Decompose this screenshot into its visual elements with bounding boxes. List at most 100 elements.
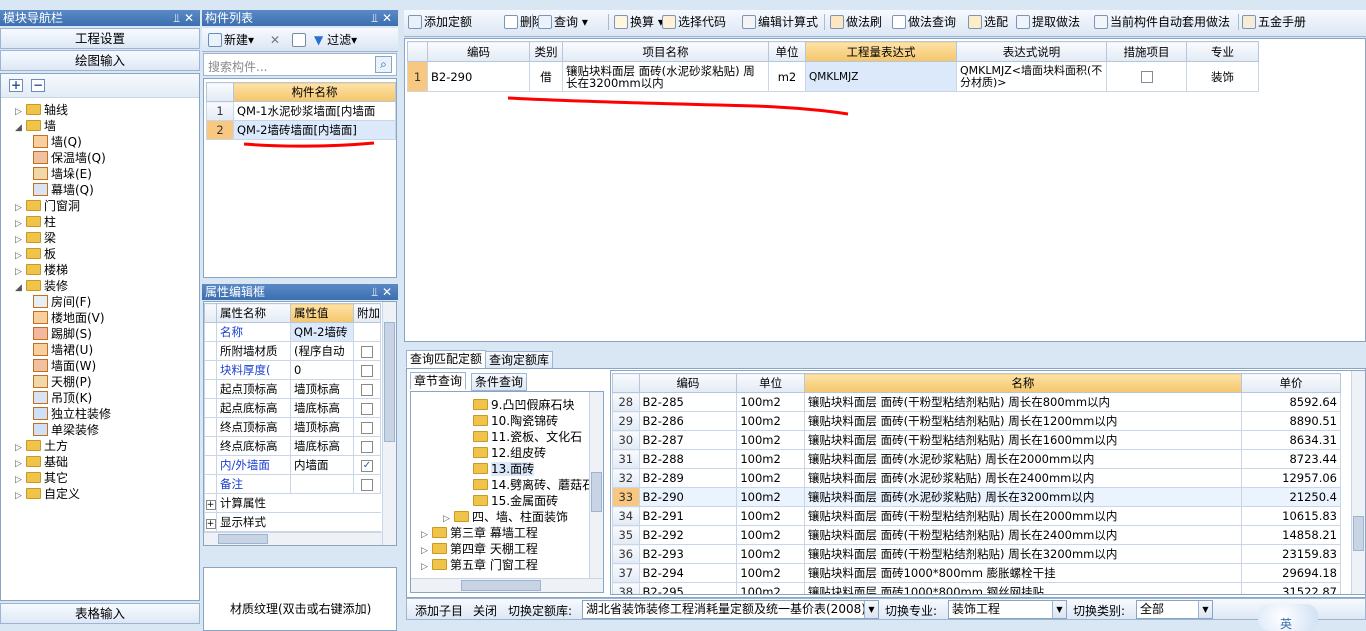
brush-button[interactable]: 做法刷 — [830, 13, 882, 31]
scrollbar-thumb[interactable] — [384, 322, 395, 442]
auto-apply-button[interactable]: 当前构件自动套用做法 — [1094, 13, 1230, 31]
ime-indicator[interactable]: 英 — [1258, 604, 1318, 631]
prop-value-cell[interactable]: QM-2墙砖 — [290, 322, 354, 342]
quota-code-cell[interactable]: B2-290 — [427, 61, 530, 92]
table-row[interactable]: + 显示样式 — [204, 512, 381, 532]
sidebar-item[interactable]: 墙面(W) — [33, 358, 96, 374]
prop-extra-cell[interactable] — [353, 322, 381, 342]
sidebar-item[interactable]: 幕墙(Q) — [33, 182, 94, 198]
hscrollbar-thumb[interactable] — [461, 580, 541, 591]
list-price-cell[interactable]: 31522.87 — [1240, 582, 1342, 594]
extra-checkbox[interactable] — [361, 440, 373, 453]
project-settings-button[interactable]: 工程设置 — [0, 28, 200, 49]
list-name-cell[interactable]: 镶贴块料面层 面砖(干粉型粘结剂粘贴) 周长在800mm以内 — [803, 392, 1242, 412]
sidebar-item[interactable]: 单梁装修 — [33, 422, 99, 438]
copy-button[interactable] — [292, 31, 308, 49]
edit-formula-button[interactable]: 编辑计算式 — [742, 13, 818, 31]
table-row[interactable]: 终点顶标高 墙顶标高 — [204, 417, 381, 437]
add-subitem-button[interactable]: 添加子目 — [415, 602, 463, 619]
quota-major-cell[interactable]: 装饰 — [1186, 61, 1259, 92]
scrollbar-thumb[interactable] — [591, 472, 602, 512]
table-row[interactable]: 起点底标高 墙底标高 — [204, 398, 381, 418]
list-price-cell[interactable]: 21250.4 — [1240, 487, 1342, 507]
filter-button[interactable]: ▼ 过滤▾ — [314, 31, 357, 49]
list-code-cell[interactable]: B2-291 — [638, 506, 738, 526]
list-price-cell[interactable]: 29694.18 — [1240, 563, 1342, 583]
pin-icon[interactable]: ⫫ — [371, 284, 378, 300]
scrollbar-thumb[interactable] — [1353, 516, 1364, 551]
comp-name-cell[interactable]: QM-1水泥砂浆墙面[内墙面 — [233, 101, 396, 121]
convert-button[interactable]: 换算 ▾ — [614, 13, 664, 31]
list-code-cell[interactable]: B2-287 — [638, 430, 738, 450]
expand-arrow-icon[interactable]: ▷ — [15, 236, 24, 245]
expand-arrow-icon[interactable]: ▷ — [15, 108, 24, 117]
close-icon[interactable]: ✕ — [184, 10, 194, 26]
list-code-cell[interactable]: B2-286 — [638, 411, 738, 431]
hscrollbar-thumb[interactable] — [218, 534, 268, 544]
list-code-cell[interactable]: B2-292 — [638, 525, 738, 545]
chapter-item[interactable]: ▷ 四、墙、柱面装饰 — [443, 509, 568, 525]
tab-chapter-query[interactable]: 章节查询 — [410, 372, 467, 390]
prop-extra-cell[interactable] — [353, 341, 381, 361]
list-unit-cell[interactable]: 100m2 — [736, 544, 805, 564]
sidebar-item[interactable]: ▷ 轴线 — [15, 102, 68, 118]
select-code-button[interactable]: 选择代码 — [662, 13, 726, 31]
list-name-cell[interactable]: 镶贴块料面层 面砖(干粉型粘结剂粘贴) 周长在3200mm以内 — [803, 544, 1242, 564]
prop-value-cell[interactable]: 墙顶标高 — [290, 379, 354, 399]
table-row[interactable]: 备注 — [204, 474, 381, 494]
pin-icon[interactable]: ⫫ — [371, 10, 378, 26]
list-unit-cell[interactable]: 100m2 — [736, 563, 805, 583]
quota-expr-cell[interactable]: QMKLMJZ — [805, 61, 957, 92]
list-code-cell[interactable]: B2-293 — [638, 544, 738, 564]
prop-value-cell[interactable] — [290, 474, 354, 494]
chapter-hscrollbar[interactable] — [411, 578, 603, 592]
table-row[interactable]: 1 QM-1水泥砂浆墙面[内墙面 — [206, 101, 396, 121]
chevron-down-icon[interactable]: ▼ — [864, 601, 878, 618]
sidebar-item[interactable]: ▷ 门窗洞 — [15, 198, 80, 214]
expand-arrow-icon[interactable]: ▷ — [15, 220, 24, 229]
sidebar-item[interactable]: 房间(F) — [33, 294, 91, 310]
chapter-item[interactable]: 11.瓷板、文化石 — [473, 429, 582, 445]
type-select[interactable]: 全部 ▼ — [1136, 600, 1213, 619]
expand-arrow-icon[interactable]: ▷ — [15, 444, 24, 453]
extract-button[interactable]: 提取做法 — [1016, 13, 1080, 31]
expand-icon[interactable]: + — [204, 512, 217, 532]
sidebar-item[interactable]: 天棚(P) — [33, 374, 92, 390]
table-row[interactable]: 37 B2-294 100m2 镶贴块料面层 面砖1000*800mm 膨胀螺栓干挂 2… — [612, 563, 1342, 583]
extra-checkbox[interactable] — [361, 402, 373, 415]
list-code-cell[interactable]: B2-290 — [638, 487, 738, 507]
sidebar-item[interactable]: ▷ 自定义 — [15, 486, 80, 502]
prop-extra-cell[interactable]: ✓ — [353, 455, 381, 475]
table-row[interactable]: 30 B2-287 100m2 镶贴块料面层 面砖(干粉型粘结剂粘贴) 周长在1600… — [612, 430, 1342, 450]
close-icon[interactable]: ✕ — [382, 284, 392, 300]
sidebar-item[interactable]: 墙垛(E) — [33, 166, 92, 182]
expand-icon[interactable]: + — [204, 493, 217, 513]
list-name-cell[interactable]: 镶贴块料面层 面砖(干粉型粘结剂粘贴) 周长在2400mm以内 — [803, 525, 1242, 545]
list-code-cell[interactable]: B2-289 — [638, 468, 738, 488]
texture-panel[interactable]: 材质纹理(双击或右键添加) — [203, 567, 397, 631]
sidebar-item[interactable]: 吊顶(K) — [33, 390, 92, 406]
extra-checkbox[interactable] — [361, 345, 373, 358]
sidebar-item[interactable]: 保温墙(Q) — [33, 150, 106, 166]
table-row[interactable]: 终点底标高 墙底标高 — [204, 436, 381, 456]
list-unit-cell[interactable]: 100m2 — [736, 430, 805, 450]
table-row[interactable]: 1 B2-290 借 镶贴块料面层 面砖(水泥砂浆粘贴) 周长在3200mm以内… — [407, 61, 1259, 92]
comp-name-cell[interactable]: QM-2墙砖墙面[内墙面] — [233, 120, 396, 140]
expand-arrow-icon[interactable]: ▷ — [421, 531, 430, 540]
sidebar-item[interactable]: 楼地面(V) — [33, 310, 105, 326]
list-unit-cell[interactable]: 100m2 — [736, 392, 805, 412]
collapse-all-icon[interactable]: − — [31, 79, 45, 92]
prop-extra-cell[interactable] — [353, 360, 381, 380]
prop-extra-cell[interactable] — [353, 474, 381, 494]
sidebar-item[interactable]: ▷ 基础 — [15, 454, 68, 470]
list-name-cell[interactable]: 镶贴块料面层 面砖1000*800mm 膨胀螺栓干挂 — [803, 563, 1242, 583]
quota-measure-cell[interactable] — [1106, 61, 1187, 92]
table-row[interactable]: 2 QM-2墙砖墙面[内墙面] — [206, 120, 396, 140]
list-code-cell[interactable]: B2-295 — [638, 582, 738, 594]
measure-checkbox[interactable] — [1140, 71, 1153, 83]
list-name-cell[interactable]: 镶贴块料面层 面砖(水泥砂浆粘贴) 周长在2000mm以内 — [803, 449, 1242, 469]
lib-select[interactable]: 湖北省装饰装修工程消耗量定额及统一基价表(2008) ▼ — [582, 600, 879, 619]
expand-arrow-icon[interactable]: ▷ — [421, 563, 430, 572]
sidebar-item[interactable]: ▷ 梁 — [15, 230, 56, 246]
chapter-item[interactable]: 13.面砖 — [473, 461, 535, 477]
